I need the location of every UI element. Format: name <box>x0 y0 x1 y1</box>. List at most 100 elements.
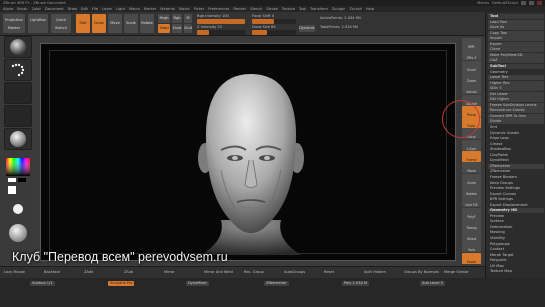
tray-item-freeze-subdivision-levels[interactable]: Freeze SubDivision Levels <box>488 102 544 108</box>
rotate-button[interactable]: Rotate <box>140 14 154 33</box>
shelf-button-scale[interactable]: Scale <box>462 173 481 185</box>
tray-item-preview[interactable]: Preview <box>488 214 544 219</box>
status-item-dynamesh[interactable]: DynaMesh <box>186 281 209 286</box>
bottom-item-autogroups[interactable]: AutoGroups <box>284 270 305 274</box>
shelf-button-ghost[interactable]: Ghost <box>462 230 481 242</box>
tray-item-shadowbox[interactable]: ShadowBox <box>488 147 544 152</box>
maximize-icon[interactable] <box>529 1 534 5</box>
projection-master-button[interactable]: Projection Master <box>3 14 25 33</box>
tray-item-crease[interactable]: Crease <box>488 142 544 147</box>
tray-item-make-polymesh3d[interactable]: Make PolyMesh3D <box>488 52 544 58</box>
menu-item-transform[interactable]: Transform <box>310 7 328 11</box>
mrgb-button[interactable]: Mrgb <box>158 14 170 23</box>
bottom-item-rec-group[interactable]: Rec. Group <box>244 270 264 274</box>
shelf-button-spix-3[interactable]: SPix 3 <box>462 49 481 61</box>
tray-item-edge-loop[interactable]: Edge Loop <box>488 136 544 141</box>
tray-item-copy-tool[interactable]: Copy Tool <box>488 30 544 36</box>
scale-button[interactable]: Scale <box>124 14 138 33</box>
shelf-button-solo[interactable]: Solo <box>462 241 481 253</box>
menu-item-light[interactable]: Light <box>116 7 125 11</box>
tray-item-lower-res[interactable]: Lower Res <box>488 75 544 81</box>
canvas[interactable] <box>40 43 456 261</box>
menu-item-document[interactable]: Document <box>45 7 64 11</box>
zcut-button[interactable]: Zcut <box>184 24 192 33</box>
rgb-intensity-slider[interactable] <box>197 19 245 24</box>
tray-item-zremesher[interactable]: ZRemesher <box>488 163 544 169</box>
shelf-button-transp[interactable]: Transp <box>462 218 481 230</box>
tray-item-visibility[interactable]: Visibility <box>488 236 544 241</box>
shelf-button-frame[interactable]: Frame <box>462 151 481 162</box>
tray-item-export[interactable]: Export <box>488 41 544 47</box>
tray-item-bpr-settings[interactable]: BPR Settings <box>488 197 544 202</box>
menu-item-picker[interactable]: Picker <box>194 7 205 11</box>
bottom-item-zsub[interactable]: ZSub <box>124 270 133 274</box>
shelf-button-l-sym[interactable]: L.Sym <box>462 139 481 151</box>
m-button[interactable]: M <box>184 14 192 23</box>
bottom-item-mirror-and-weld[interactable]: Mirror And Weld <box>204 270 233 274</box>
menus-toggle[interactable]: Menus <box>477 1 489 5</box>
tray-item-contact[interactable]: Contact <box>488 247 544 252</box>
rgb-button[interactable]: Rgb <box>172 14 182 23</box>
menu-item-movie[interactable]: Movie <box>179 7 190 11</box>
tray-item-morph-target[interactable]: Morph Target <box>488 253 544 258</box>
menu-item-edit[interactable]: Edit <box>81 7 88 11</box>
menu-item-color[interactable]: Color <box>32 7 41 11</box>
menu-item-help[interactable]: Help <box>366 7 374 11</box>
status-item-sculptris-pro[interactable]: Sculptris Pro <box>108 281 135 286</box>
tray-item-reconstruct-subdiv[interactable]: Reconstruct Subdiv <box>488 108 544 114</box>
bottom-item-split-hidden[interactable]: Split Hidden <box>364 270 386 274</box>
status-item-subtool-1-1[interactable]: Subtool 1/1 <box>30 281 55 286</box>
menu-item-stroke[interactable]: Stroke <box>266 7 277 11</box>
zsub-button[interactable]: Zsub <box>172 24 182 33</box>
brush-slot[interactable] <box>4 36 32 58</box>
bottom-item-zadd[interactable]: ZAdd <box>84 270 93 274</box>
tray-item-export-canvas[interactable]: Export Canvas <box>488 192 544 197</box>
draw-button[interactable]: Draw <box>92 14 106 33</box>
tray-item-sdiv-5[interactable]: SDiv 5 <box>488 86 544 92</box>
alpha-slot[interactable] <box>4 82 32 104</box>
tray-item-polypaint[interactable]: Polypaint <box>488 258 544 263</box>
tray-item-save-as[interactable]: Save As <box>488 25 544 31</box>
tray-item-freeze-borders[interactable]: Freeze Borders <box>488 175 544 180</box>
tray-item-higher-res[interactable]: Higher Res <box>488 80 544 86</box>
shelf-button-actual[interactable]: Actual <box>462 83 481 95</box>
tray-item-surface[interactable]: Surface <box>488 219 544 224</box>
tray-item-claypolish[interactable]: ClayPolish <box>488 153 544 158</box>
menu-item-texture[interactable]: Texture <box>282 7 295 11</box>
bottom-item-backface[interactable]: Backface <box>44 270 60 274</box>
tray-item-subtool[interactable]: SubTool <box>488 63 544 69</box>
tray-item-convert-bpr-to-geo[interactable]: Convert BPR To Geo <box>488 113 544 119</box>
tray-item-load-tool[interactable]: Load Tool <box>488 19 544 25</box>
draw-size-slider[interactable] <box>252 30 296 35</box>
shelf-button-scroll[interactable]: Scroll <box>462 60 481 72</box>
menu-item-macro[interactable]: Macro <box>129 7 140 11</box>
tray-item-smt[interactable]: Smt <box>488 125 544 130</box>
material-slot[interactable] <box>4 128 32 150</box>
z-intensity-slider[interactable] <box>197 30 245 35</box>
tray-item-keep-groups[interactable]: Keep Groups <box>488 181 544 186</box>
tray-item-deformation[interactable]: Deformation <box>488 225 544 230</box>
tray-item-geometry[interactable]: Geometry <box>488 70 544 75</box>
tray-item-export-displacement[interactable]: Export Displacement <box>488 203 544 208</box>
tray-item-masking[interactable]: Masking <box>488 230 544 235</box>
tray-item-del-higher[interactable]: Del Higher <box>488 97 544 103</box>
texture-slot[interactable] <box>4 105 32 127</box>
menu-item-stencil[interactable]: Stencil <box>250 7 262 11</box>
menu-item-zplugin[interactable]: Zplugin <box>332 7 346 11</box>
bottom-item-mirror[interactable]: Mirror <box>164 270 175 274</box>
bottom-item-reset[interactable]: Reset <box>324 270 334 274</box>
shelf-button-zoom[interactable]: Zoom <box>462 71 481 83</box>
shelf-button-rotate[interactable]: Rotate <box>462 184 481 196</box>
tray-item-divide[interactable]: Divide <box>488 119 544 125</box>
move-button[interactable]: Move <box>108 14 122 33</box>
menu-item-preferences[interactable]: Preferences <box>208 7 229 11</box>
tray-item-uv-map[interactable]: UV Map <box>488 264 544 269</box>
color-picker[interactable] <box>4 156 32 184</box>
shelf-button-xpose[interactable]: Xpose <box>462 252 481 264</box>
tray-item-zremesher[interactable]: ZRemesher <box>488 169 544 174</box>
tray-item-goz[interactable]: GoZ <box>488 58 544 64</box>
matcap-sphere-icon[interactable] <box>9 224 27 242</box>
menu-item-alpha[interactable]: Alpha <box>3 7 13 11</box>
menu-item-layer[interactable]: Layer <box>102 7 112 11</box>
lightbox-button[interactable]: LightBox <box>28 14 48 33</box>
